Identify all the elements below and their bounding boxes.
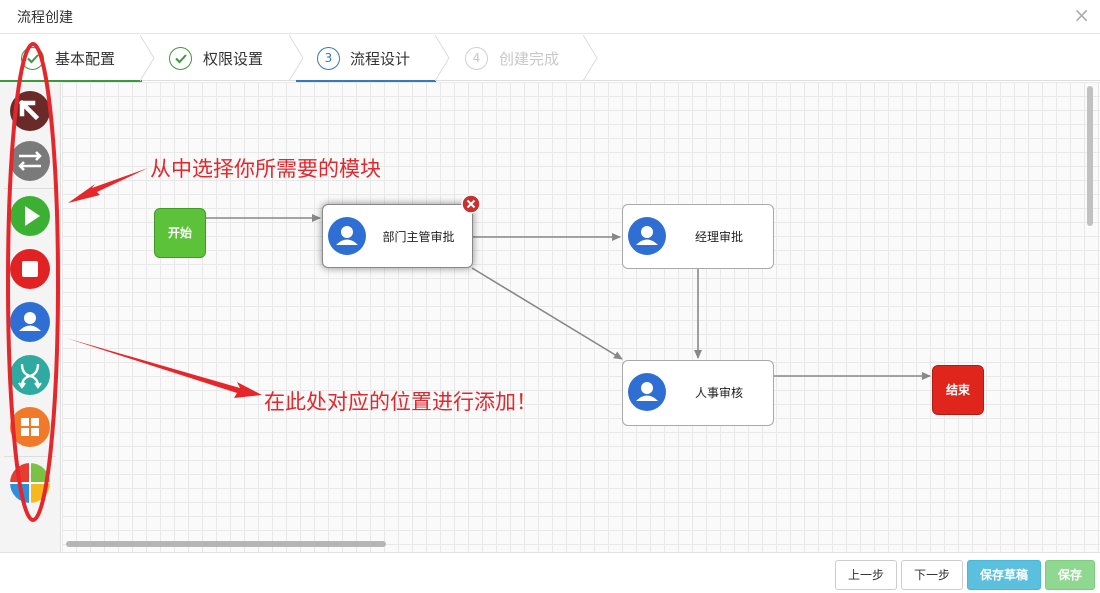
stop-square-icon — [10, 249, 50, 289]
start-node-tool[interactable] — [9, 195, 51, 237]
step-separator-icon — [583, 35, 598, 81]
task-node-tool[interactable] — [9, 301, 51, 343]
dialog-titlebar: 流程创建 × — [0, 0, 1100, 34]
user-icon — [328, 217, 366, 255]
step-separator-icon — [140, 35, 155, 81]
fork-node-tool[interactable] — [9, 354, 51, 396]
node-toolbar — [0, 82, 61, 552]
end-node-tool[interactable] — [9, 248, 51, 290]
annotation-text-choose: 从中选择你所需要的模块 — [150, 157, 381, 181]
select-pointer-tool[interactable] — [9, 90, 51, 132]
user-icon — [628, 217, 666, 255]
task-node-dept[interactable]: 部门主管审批 — [322, 194, 481, 268]
fork-arrows-icon — [10, 355, 50, 395]
end-node[interactable]: 结束 — [932, 365, 984, 415]
start-node-label: 开始 — [167, 226, 192, 240]
step-flow-design[interactable]: 3 流程设计 — [296, 35, 436, 82]
check-icon — [21, 47, 44, 70]
step-basic-config[interactable]: 基本配置 — [0, 35, 142, 82]
save-draft-button[interactable]: 保存草稿 — [967, 560, 1041, 590]
node-label: 经理审批 — [694, 230, 743, 244]
user-icon — [10, 302, 50, 342]
wizard-steps: 基本配置 权限设置 3 流程设计 4 创建完成 — [0, 35, 1100, 82]
pointer-arrow-icon — [10, 91, 50, 131]
multicolor-square-icon — [10, 463, 50, 503]
save-button[interactable]: 保存 — [1045, 560, 1095, 590]
task-node-hr[interactable]: 人事审核 — [622, 360, 774, 426]
grid-icon — [10, 407, 50, 447]
start-node[interactable]: 开始 — [154, 208, 206, 258]
step-label: 创建完成 — [499, 50, 560, 68]
node-label: 部门主管审批 — [382, 230, 455, 244]
task-node-mgr[interactable]: 经理审批 — [622, 204, 774, 269]
close-icon[interactable]: × — [1073, 3, 1090, 27]
user-icon — [628, 373, 666, 411]
step-label: 基本配置 — [55, 50, 116, 68]
end-node-label: 结束 — [945, 383, 970, 397]
join-node-tool[interactable] — [9, 406, 51, 448]
check-icon — [169, 47, 192, 70]
dialog-title: 流程创建 — [17, 10, 73, 26]
connector-tool[interactable] — [9, 140, 51, 182]
link-dept-hr[interactable] — [471, 267, 623, 360]
step-label: 权限设置 — [203, 50, 264, 68]
horizontal-scrollbar[interactable] — [66, 540, 1081, 548]
delete-node-icon[interactable] — [461, 194, 481, 214]
prev-step-button[interactable]: 上一步 — [835, 560, 897, 590]
step-separator-icon — [435, 35, 450, 81]
bidirectional-arrows-icon — [10, 141, 50, 181]
step-permission[interactable]: 权限设置 — [160, 35, 290, 81]
dialog-footer: 上一步 下一步 保存草稿 保存 — [0, 552, 1100, 593]
node-label: 人事审核 — [694, 386, 743, 400]
play-icon — [10, 196, 50, 236]
annotation-text-add: 在此处对应的位置进行添加！ — [264, 390, 537, 414]
next-step-button[interactable]: 下一步 — [901, 560, 963, 590]
step-label: 流程设计 — [350, 50, 411, 68]
vertical-scrollbar[interactable] — [1086, 86, 1094, 526]
step-number: 3 — [317, 47, 340, 70]
step-complete[interactable]: 4 创建完成 — [455, 35, 585, 81]
subprocess-tool[interactable] — [9, 462, 51, 504]
step-number: 4 — [465, 47, 488, 70]
